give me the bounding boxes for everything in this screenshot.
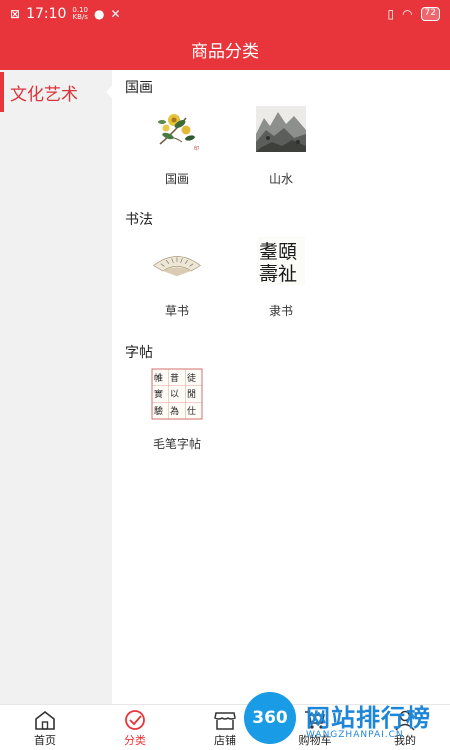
sidebar-item-culture-art[interactable]: 文化艺术 <box>0 70 112 114</box>
svg-text:仕: 仕 <box>187 405 196 417</box>
landscape-painting-thumbnail <box>254 102 308 156</box>
category-sidebar: 文化艺术 <box>0 70 112 704</box>
shop-icon <box>214 712 236 730</box>
flower-painting-thumbnail: 印 <box>150 102 204 156</box>
category-item-caoshu[interactable]: 草书 <box>125 230 229 319</box>
category-item-label: 山水 <box>268 172 293 186</box>
category-item-label: 草书 <box>164 304 189 318</box>
tab-home[interactable]: 首页 <box>10 705 80 750</box>
section-title: 字帖 <box>125 345 153 361</box>
notification-icon: ⊠ <box>10 7 21 21</box>
status-time: 17:10 <box>26 6 67 22</box>
svg-text:帷: 帷 <box>154 372 163 384</box>
category-item-guohua[interactable]: 印 国画 <box>125 98 229 187</box>
svg-text:昔: 昔 <box>170 373 179 384</box>
svg-text:以: 以 <box>170 390 179 400</box>
watermark-logo: 360 <box>244 692 296 744</box>
category-item-maobi-zitie[interactable]: 徒閒 昔以 帷實 仕為驗 毛笔字帖 <box>125 363 229 452</box>
home-icon <box>35 710 55 730</box>
tab-category[interactable]: 分类 <box>100 705 170 750</box>
header-bar: 商品分类 <box>0 28 450 70</box>
fan-calligraphy-thumbnail <box>150 234 204 288</box>
sidebar-item-label: 文化艺术 <box>10 84 78 105</box>
section-title: 国画 <box>125 80 153 96</box>
vibrate-icon: ▯ <box>387 7 395 21</box>
svg-text:徒: 徒 <box>187 372 196 384</box>
tools-icon: ✕ <box>110 7 121 21</box>
watermark-text: 网站排行榜 <box>306 704 431 732</box>
tab-label: 店铺 <box>214 734 236 747</box>
category-item-label: 毛笔字帖 <box>152 437 201 451</box>
section-guohua: 国画 印 国画 山水 <box>125 78 333 187</box>
section-title: 书法 <box>125 212 153 228</box>
category-item-label: 国画 <box>164 172 189 186</box>
watermark-subtext: WANGZHANPAI.CN <box>306 730 404 740</box>
svg-text:實: 實 <box>154 388 163 400</box>
category-item-lishu[interactable]: 耋頤 壽祉 隶书 <box>229 230 333 319</box>
category-icon <box>125 710 145 730</box>
copybook-thumbnail: 徒閒 昔以 帷實 仕為驗 <box>150 367 204 421</box>
wifi-icon: ◠ <box>402 7 413 21</box>
svg-text:壽祉: 壽祉 <box>259 263 297 285</box>
category-item-label: 隶书 <box>268 304 293 318</box>
battery-icon: 72 <box>420 7 440 21</box>
category-content: 国画 印 国画 山水 书法 草书 耋頤 壽祉 隶书 字帖 徒 閒 昔 以 帷 實… <box>112 70 450 704</box>
svg-text:為: 為 <box>170 405 179 417</box>
svg-text:閒: 閒 <box>187 389 196 400</box>
message-icon: ● <box>94 7 105 21</box>
svg-text:耋頤: 耋頤 <box>259 241 297 263</box>
page-title: 商品分类 <box>191 41 259 62</box>
category-item-shanshui[interactable]: 山水 <box>229 98 333 187</box>
svg-text:印: 印 <box>194 145 199 152</box>
network-speed: 0.10 KB/s <box>72 6 89 21</box>
tab-label: 分类 <box>124 734 146 747</box>
section-zitie: 字帖 徒閒 昔以 帷實 仕為驗 毛笔字帖 <box>125 343 229 452</box>
svg-text:驗: 驗 <box>154 405 163 417</box>
tab-label: 首页 <box>34 734 56 747</box>
section-shufa: 书法 草书 耋頤 壽祉 隶书 <box>125 210 333 319</box>
seal-calligraphy-thumbnail: 耋頤 壽祉 <box>254 234 308 288</box>
status-bar: ⊠ 17:10 0.10 KB/s ● ✕ ▯ ◠ 72 <box>0 0 450 28</box>
site-watermark: 360 网站排行榜 WANGZHANPAI.CN <box>244 692 450 748</box>
